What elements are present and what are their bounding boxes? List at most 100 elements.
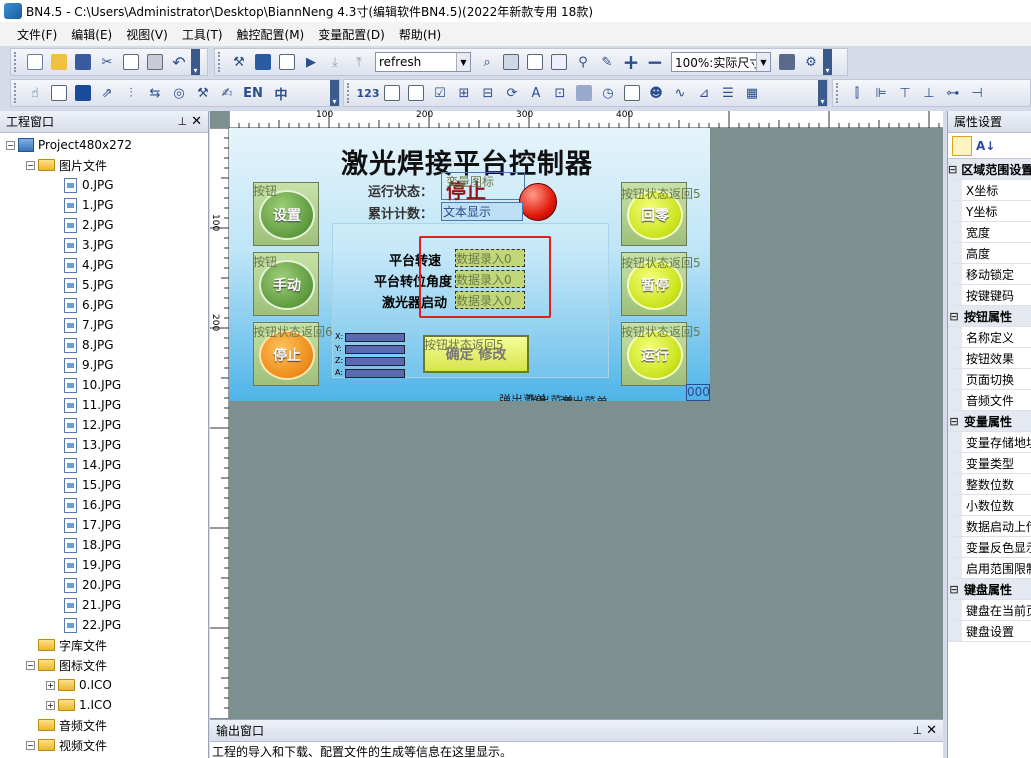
property-row[interactable]: 页面切换 — [948, 369, 1031, 390]
tree-folder-images[interactable]: − 图片文件 — [0, 155, 207, 175]
menu-tools[interactable]: 工具(T) — [175, 26, 230, 43]
property-row[interactable]: 键盘设置 — [948, 621, 1031, 642]
tree-folder-video[interactable]: − 视频文件 — [0, 735, 207, 755]
barcode-icon[interactable]: ▦ — [741, 82, 763, 104]
save-icon[interactable] — [72, 51, 94, 73]
collapse-icon[interactable]: − — [26, 740, 35, 750]
bar-icon[interactable]: ⊟ — [477, 82, 499, 104]
property-row[interactable]: 高度 — [948, 243, 1031, 264]
tree-image-file[interactable]: 11.JPG — [0, 395, 207, 415]
axis-value-z[interactable] — [345, 357, 405, 366]
tree-image-file[interactable]: 2.JPG — [0, 215, 207, 235]
new-file-icon[interactable] — [24, 51, 46, 73]
line-icon[interactable]: ⇗ — [96, 82, 118, 104]
tree-image-file[interactable]: 18.JPG — [0, 535, 207, 555]
tree-image-file[interactable]: 17.JPG — [0, 515, 207, 535]
property-row[interactable]: 按键键码 — [948, 285, 1031, 306]
pin-icon[interactable]: ⊥ — [178, 115, 188, 128]
zoom-in-icon[interactable]: + — [620, 50, 642, 74]
list-icon[interactable]: ☰ — [717, 82, 739, 104]
calendar-icon[interactable] — [276, 51, 298, 73]
align-center-icon[interactable]: ⊫ — [870, 82, 892, 104]
toolbar-grip[interactable] — [836, 83, 842, 103]
align-right-icon[interactable]: ⊣ — [966, 82, 988, 104]
find-icon[interactable]: ⌕ — [476, 51, 498, 73]
tree-root[interactable]: − Project480x272 — [0, 135, 207, 155]
wave-icon[interactable]: ∿ — [669, 82, 691, 104]
tree-image-file[interactable]: 1.JPG — [0, 195, 207, 215]
popup-menu-3[interactable]: 弹出菜单 — [560, 393, 608, 401]
tree-image-file[interactable]: 13.JPG — [0, 435, 207, 455]
property-row[interactable]: 变量类型 — [948, 453, 1031, 474]
property-row[interactable]: 变量反色显示 — [948, 537, 1031, 558]
toolbar-overflow-chevron[interactable]: ▾ — [818, 80, 827, 106]
undo-icon[interactable]: ↶ — [168, 51, 190, 73]
text-display-icon[interactable] — [381, 82, 403, 104]
align-left-icon[interactable]: ⫿ — [846, 82, 868, 104]
pin-icon[interactable]: ⊥ — [913, 724, 923, 737]
toolbar-overflow-chevron[interactable]: ▾ — [823, 49, 832, 75]
menu-view[interactable]: 视图(V) — [119, 26, 175, 43]
property-row[interactable]: 变量存储地址 — [948, 432, 1031, 453]
tree-icon-1[interactable]: + 1.ICO — [0, 695, 207, 715]
tree-image-file[interactable]: 10.JPG — [0, 375, 207, 395]
menu-variable-config[interactable]: 变量配置(D) — [311, 26, 392, 43]
chevron-down-icon[interactable]: ▼ — [456, 53, 470, 71]
window-icon[interactable] — [548, 51, 570, 73]
date-icon[interactable] — [621, 82, 643, 104]
tree-image-file[interactable]: 12.JPG — [0, 415, 207, 435]
zh-button[interactable]: 中 — [268, 82, 294, 104]
settings-icon[interactable]: ⚙ — [800, 51, 822, 73]
categorized-view-icon[interactable] — [952, 135, 972, 156]
property-category[interactable]: ⊟ 按钮属性 — [948, 306, 1031, 327]
line-style-icon[interactable]: ⫶ — [120, 82, 142, 104]
collapse-icon[interactable]: ⊟ — [948, 583, 960, 596]
tree-image-file[interactable]: 22.JPG — [0, 615, 207, 635]
tree-image-file[interactable]: 9.JPG — [0, 355, 207, 375]
property-category[interactable]: ⊟ 变量属性 — [948, 411, 1031, 432]
axis-value-x[interactable] — [345, 333, 405, 342]
axis-value-y[interactable] — [345, 345, 405, 354]
menu-touch-config[interactable]: 触控配置(M) — [230, 26, 312, 43]
circle-arrow-icon[interactable]: ◎ — [168, 82, 190, 104]
zoom-out-icon[interactable]: − — [644, 50, 666, 74]
property-row[interactable]: 宽度 — [948, 222, 1031, 243]
property-category[interactable]: ⊟ 键盘属性 — [948, 579, 1031, 600]
tree-image-file[interactable]: 16.JPG — [0, 495, 207, 515]
collapse-icon[interactable]: ⊟ — [948, 310, 960, 323]
chevron-down-icon[interactable]: ▼ — [756, 53, 770, 71]
property-row[interactable]: 按钮效果 — [948, 348, 1031, 369]
toolbar-overflow-chevron[interactable]: ▾ — [191, 49, 200, 75]
image-icon[interactable] — [573, 82, 595, 104]
refresh-icon[interactable]: ⟳ — [501, 82, 523, 104]
align-top-icon[interactable]: ⊤ — [894, 82, 916, 104]
chart-icon[interactable]: ⊞ — [453, 82, 475, 104]
check-icon[interactable]: ☑ — [429, 82, 451, 104]
pointer-icon[interactable]: ☝ — [24, 82, 46, 104]
collapse-icon[interactable]: − — [26, 160, 35, 170]
zoom-icon[interactable]: ⚲ — [572, 51, 594, 73]
clock-icon[interactable]: ◷ — [597, 82, 619, 104]
tree-folder-audio[interactable]: 音频文件 — [0, 715, 207, 735]
property-row[interactable]: X坐标 — [948, 180, 1031, 201]
toolbar-grip[interactable] — [347, 83, 353, 103]
tree-image-file[interactable]: 0.JPG — [0, 175, 207, 195]
rectangle-icon[interactable] — [72, 82, 94, 104]
hmi-canvas[interactable]: 激光焊接平台控制器 运行状态： 停止 变量图标 累计计数： 文本显示 设置 按钮… — [229, 128, 710, 401]
tree-image-file[interactable]: 19.JPG — [0, 555, 207, 575]
pen-icon[interactable]: ✎ — [596, 51, 618, 73]
property-row[interactable]: 数据启动上传 — [948, 516, 1031, 537]
menu-file[interactable]: 文件(F) — [10, 26, 64, 43]
toolbar-grip[interactable] — [14, 83, 20, 103]
expand-icon[interactable]: + — [46, 700, 55, 710]
paste-icon[interactable] — [144, 51, 166, 73]
distribute-icon[interactable]: ⊶ — [942, 82, 964, 104]
qr-icon[interactable]: ⊡ — [549, 82, 571, 104]
close-icon[interactable]: ✕ — [926, 723, 937, 738]
font-select[interactable]: refresh ▼ — [375, 52, 471, 72]
tree-image-file[interactable]: 14.JPG — [0, 455, 207, 475]
tree-image-file[interactable]: 5.JPG — [0, 275, 207, 295]
open-folder-icon[interactable] — [48, 51, 70, 73]
tree-image-file[interactable]: 4.JPG — [0, 255, 207, 275]
close-icon[interactable]: ✕ — [191, 114, 202, 129]
